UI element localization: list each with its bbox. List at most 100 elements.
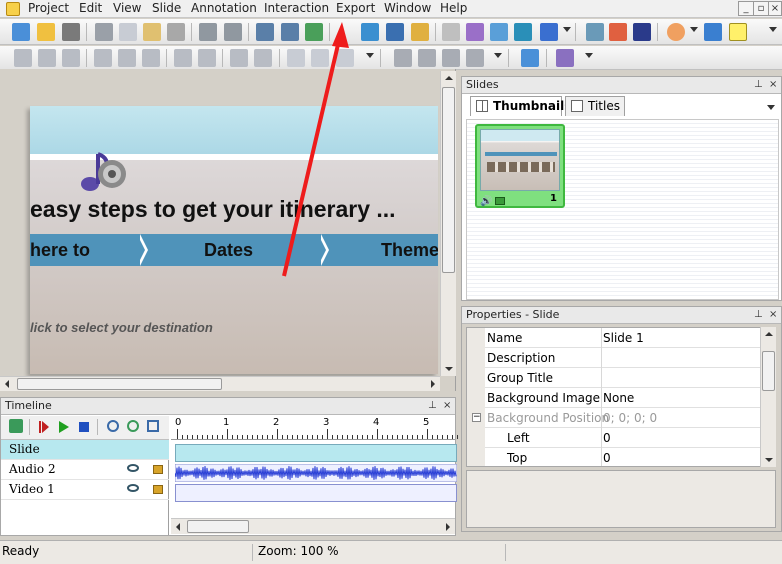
undo-icon[interactable] [199, 23, 217, 41]
menu-interaction[interactable]: Interaction [264, 1, 329, 15]
image-icon[interactable] [490, 23, 508, 41]
open-folder-icon[interactable] [37, 23, 55, 41]
align-right-icon[interactable] [62, 49, 80, 67]
property-row-description[interactable]: Description [467, 348, 761, 368]
timeline-zoom-in-icon[interactable] [107, 420, 119, 432]
timeline-horizontal-scrollbar[interactable] [171, 518, 455, 534]
scroll-right-icon[interactable] [431, 380, 435, 388]
frame-icon[interactable] [609, 23, 627, 41]
menu-help[interactable]: Help [440, 1, 467, 15]
close-panel-icon[interactable]: × [769, 79, 777, 90]
collapse-icon[interactable]: − [472, 413, 481, 422]
play-from-start-icon[interactable] [39, 421, 49, 433]
editor-vertical-scrollbar[interactable] [440, 71, 456, 376]
pin-icon[interactable]: ⊥ [428, 400, 437, 411]
timeline-row-video[interactable]: Video 1 [1, 480, 169, 500]
lock-icon[interactable] [153, 485, 163, 494]
copy-icon[interactable] [119, 23, 137, 41]
closed-caption-icon[interactable] [633, 23, 651, 41]
property-row-left[interactable]: Left 0 [467, 428, 761, 448]
save-icon[interactable] [62, 23, 80, 41]
slide-track-bar[interactable] [175, 444, 457, 462]
close-button[interactable]: × [768, 1, 782, 16]
new-project-icon[interactable] [12, 23, 30, 41]
close-panel-icon[interactable]: × [443, 400, 451, 411]
tab-titles[interactable]: Titles [565, 96, 625, 116]
align-bottom-icon[interactable] [142, 49, 160, 67]
property-row-name[interactable]: Name Slide 1 [467, 328, 761, 348]
restore-button[interactable]: ▫ [753, 1, 769, 16]
menu-view[interactable]: View [113, 1, 141, 15]
menu-annotation[interactable]: Annotation [191, 1, 257, 15]
delete-icon[interactable] [167, 23, 185, 41]
timeline-row-slide[interactable]: Slide [1, 440, 169, 460]
property-row-group-title[interactable]: Group Title [467, 368, 761, 388]
scroll-thumb[interactable] [187, 520, 249, 533]
timeline-ruler[interactable]: 0 1 2 3 4 5 [171, 416, 458, 440]
editor-horizontal-scrollbar[interactable] [0, 376, 440, 391]
menu-slide[interactable]: Slide [152, 1, 181, 15]
dropdown-arrow-icon[interactable] [366, 53, 374, 58]
pin-icon[interactable]: ⊥ [754, 79, 763, 90]
question-icon[interactable] [540, 23, 558, 41]
property-value[interactable]: None [603, 391, 634, 405]
stop-icon[interactable] [79, 422, 89, 432]
property-value[interactable]: 0 [603, 451, 611, 465]
scroll-up-icon[interactable] [765, 332, 773, 336]
bring-forward-icon[interactable] [394, 49, 412, 67]
scroll-up-icon[interactable] [445, 76, 453, 80]
scroll-thumb[interactable] [442, 87, 455, 273]
align-middle-icon[interactable] [118, 49, 136, 67]
timeline-zoom-out-icon[interactable] [127, 420, 139, 432]
close-panel-icon[interactable]: × [769, 309, 777, 320]
timeline-add-icon[interactable] [9, 419, 23, 433]
audio-speaker-icon[interactable] [78, 148, 130, 194]
scroll-right-icon[interactable] [446, 523, 450, 531]
slide-tab-here-to[interactable]: here to [30, 234, 90, 266]
effects-icon[interactable] [586, 23, 604, 41]
tab-thumbnails[interactable]: Thumbnails [470, 96, 571, 116]
dropdown-arrow-icon[interactable] [690, 27, 698, 32]
visibility-eye-icon[interactable] [127, 464, 139, 472]
dropdown-arrow-icon[interactable] [563, 27, 571, 32]
property-value[interactable]: Slide 1 [603, 331, 644, 345]
property-value[interactable]: 0 [603, 431, 611, 445]
slide-tab-theme[interactable]: Theme [381, 234, 438, 266]
align-left-icon[interactable] [14, 49, 32, 67]
visibility-eye-icon[interactable] [127, 484, 139, 492]
scroll-thumb[interactable] [17, 378, 222, 390]
property-row-background-image[interactable]: Background Image None [467, 388, 761, 408]
slide-thumbnail-1[interactable]: 🔊 1 [475, 124, 565, 208]
scroll-thumb[interactable] [762, 351, 775, 391]
center-vertical-icon[interactable] [198, 49, 216, 67]
dropdown-arrow-icon[interactable] [494, 53, 502, 58]
toolbar-overflow-icon[interactable] [769, 27, 777, 32]
chart-icon[interactable] [556, 49, 574, 67]
scroll-down-icon[interactable] [765, 458, 773, 462]
same-width-icon[interactable] [230, 49, 248, 67]
redo-icon[interactable] [224, 23, 242, 41]
note-icon[interactable] [729, 23, 747, 41]
menu-project[interactable]: Project [28, 1, 69, 15]
menu-export[interactable]: Export [336, 1, 375, 15]
center-horizontal-icon[interactable] [174, 49, 192, 67]
timeline-row-audio[interactable]: Audio 2 [1, 460, 169, 480]
import-icon[interactable] [411, 23, 429, 41]
video-track-bar[interactable] [175, 484, 457, 502]
callout-icon[interactable] [667, 23, 685, 41]
text-icon[interactable] [704, 23, 722, 41]
paste-icon[interactable] [143, 23, 161, 41]
record-slide-icon[interactable] [386, 23, 404, 41]
send-to-back-icon[interactable] [466, 49, 484, 67]
scroll-left-icon[interactable] [5, 380, 9, 388]
property-row-top[interactable]: Top 0 [467, 448, 761, 466]
highlight-icon[interactable] [514, 23, 532, 41]
add-slide-icon[interactable] [361, 23, 379, 41]
menu-window[interactable]: Window [384, 1, 431, 15]
cursor-icon[interactable] [442, 23, 460, 41]
pin-icon[interactable]: ⊥ [754, 309, 763, 320]
align-center-icon[interactable] [38, 49, 56, 67]
minimize-button[interactable]: _ [738, 1, 754, 16]
align-top-icon[interactable] [94, 49, 112, 67]
properties-scrollbar[interactable] [760, 327, 776, 467]
